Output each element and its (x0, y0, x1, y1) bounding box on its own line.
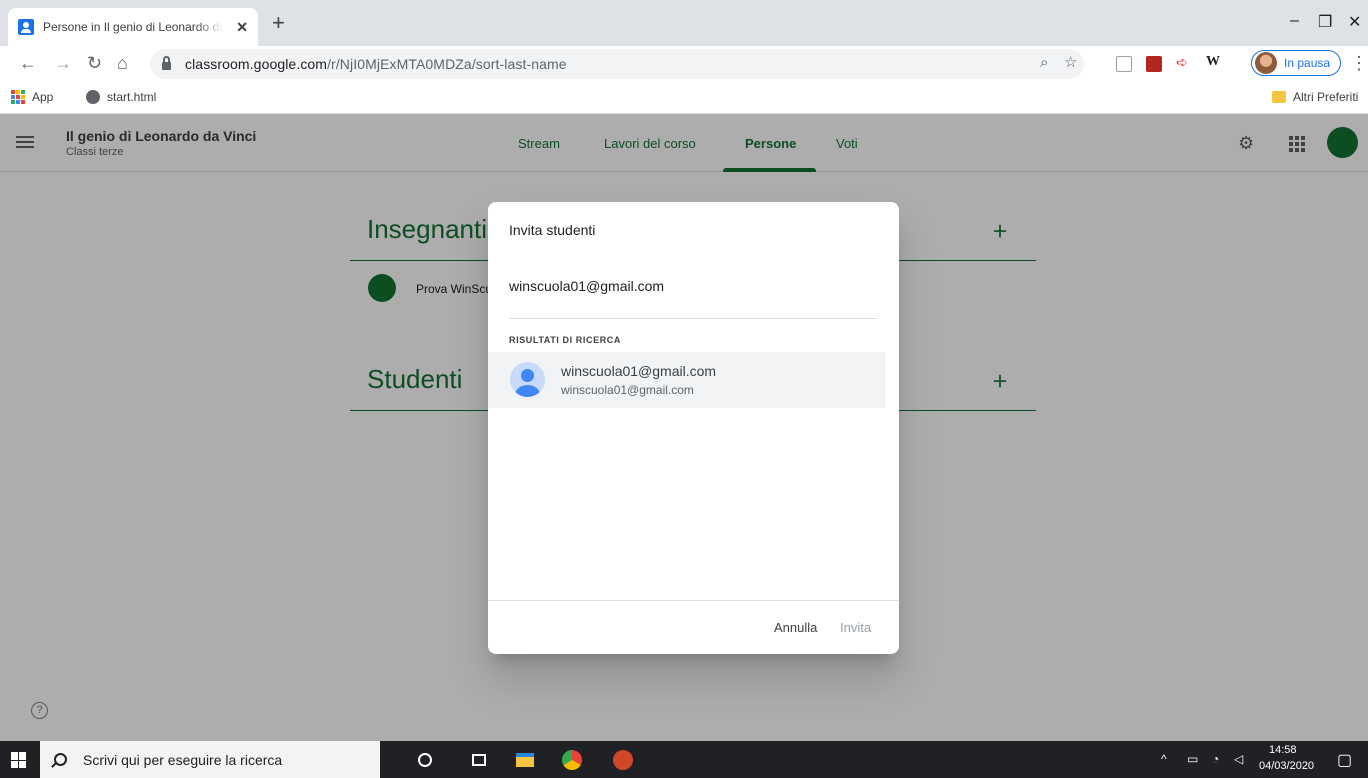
extension-pocket-icon[interactable] (1116, 56, 1132, 72)
other-bookmarks-label: Altri Preferiti (1293, 90, 1359, 104)
notifications-icon[interactable]: ▢ (1337, 750, 1352, 770)
folder-icon (1272, 91, 1286, 103)
invite-students-dialog: Invita studenti RISULTATI DI RICERCA win… (488, 202, 899, 654)
taskbar-search-placeholder: Scrivi qui per eseguire la ricerca (83, 751, 283, 768)
volume-icon[interactable]: ◁ (1234, 752, 1243, 766)
student-search-input[interactable] (509, 278, 877, 294)
profile-avatar (1255, 52, 1277, 74)
browser-menu-icon[interactable]: ⋮ (1350, 53, 1368, 74)
bookmark-star-icon[interactable]: ☆ (1064, 53, 1077, 71)
extension-wikipedia-icon[interactable]: W (1206, 54, 1222, 70)
chevron-up-icon[interactable]: ^ (1161, 752, 1167, 766)
windows-taskbar: Scrivi qui per eseguire la ricerca ^ ▭ ◔… (0, 741, 1368, 778)
minimize-icon[interactable]: – (1290, 12, 1299, 30)
home-icon[interactable]: ⌂ (117, 53, 128, 73)
bookmarks-bar: App start.html Altri Preferiti (0, 82, 1368, 114)
cortana-icon[interactable] (418, 753, 432, 767)
reload-icon[interactable]: ↻ (87, 53, 102, 73)
url-host: classroom.google.com (185, 56, 328, 72)
globe-icon (86, 90, 100, 104)
taskbar-search-box[interactable]: Scrivi qui per eseguire la ricerca (40, 741, 380, 778)
restore-icon[interactable]: ❐ (1318, 12, 1332, 32)
input-underline (509, 318, 877, 319)
chrome-icon[interactable] (562, 750, 582, 770)
file-explorer-icon[interactable] (516, 753, 534, 767)
invite-button[interactable]: Invita (840, 620, 871, 635)
tab-title: Persone in Il genio di Leonardo da Vinci (43, 20, 223, 34)
profile-status: In pausa (1284, 56, 1331, 70)
windows-start-icon[interactable] (11, 752, 27, 768)
extension-arrow-icon[interactable]: ➪ (1176, 54, 1192, 70)
task-view-icon[interactable] (472, 754, 486, 766)
url-text: classroom.google.com/r/NjI0MjExMTA0MDZa/… (185, 56, 567, 72)
apps-grid-icon (11, 90, 25, 104)
address-bar[interactable]: classroom.google.com/r/NjI0MjExMTA0MDZa/… (150, 49, 1084, 79)
browser-tabstrip: Persone in Il genio di Leonardo da Vinci… (0, 0, 1368, 46)
new-tab-button[interactable]: + (272, 12, 285, 34)
extension-acrobat-icon[interactable] (1146, 56, 1162, 72)
bookmark-apps[interactable]: App (11, 90, 53, 104)
result-name: winscuola01@gmail.com (561, 363, 717, 379)
battery-icon[interactable]: ▭ (1187, 752, 1198, 766)
bookmark-label: App (32, 90, 54, 104)
profile-button[interactable]: In pausa (1251, 50, 1341, 76)
close-tab-icon[interactable]: ✕ (236, 19, 248, 36)
bookmark-start-html[interactable]: start.html (86, 90, 156, 104)
back-icon[interactable]: ← (19, 53, 37, 73)
wifi-icon[interactable]: ◔ (1212, 752, 1219, 766)
bookmark-label: start.html (107, 90, 157, 104)
dialog-title: Invita studenti (509, 222, 596, 238)
window-close-icon[interactable]: ✕ (1348, 12, 1361, 32)
zoom-icon[interactable]: ⌕ (1040, 54, 1048, 71)
other-bookmarks[interactable]: Altri Preferiti (1272, 90, 1358, 104)
browser-tab[interactable]: Persone in Il genio di Leonardo da Vinci… (8, 8, 258, 46)
clock-time[interactable]: 14:58 (1269, 744, 1297, 756)
search-icon (54, 753, 67, 766)
cancel-button[interactable]: Annulla (774, 620, 817, 635)
forward-icon[interactable]: → (54, 53, 72, 73)
dialog-footer-divider (488, 600, 899, 601)
person-avatar-icon (510, 362, 545, 397)
clock-date[interactable]: 04/03/2020 (1259, 760, 1314, 772)
powerpoint-icon[interactable] (613, 750, 633, 770)
classroom-favicon-icon (18, 19, 34, 35)
search-results-label: RISULTATI DI RICERCA (509, 335, 621, 345)
url-path: /r/NjI0MjExMTA0MDZa/sort-last-name (327, 56, 567, 72)
browser-toolbar: ← → ↻ ⌂ classroom.google.com/r/NjI0MjExM… (0, 46, 1368, 82)
result-email: winscuola01@gmail.com (561, 383, 694, 397)
lock-icon (162, 56, 171, 70)
search-result-item[interactable]: winscuola01@gmail.com winscuola01@gmail.… (488, 352, 885, 408)
